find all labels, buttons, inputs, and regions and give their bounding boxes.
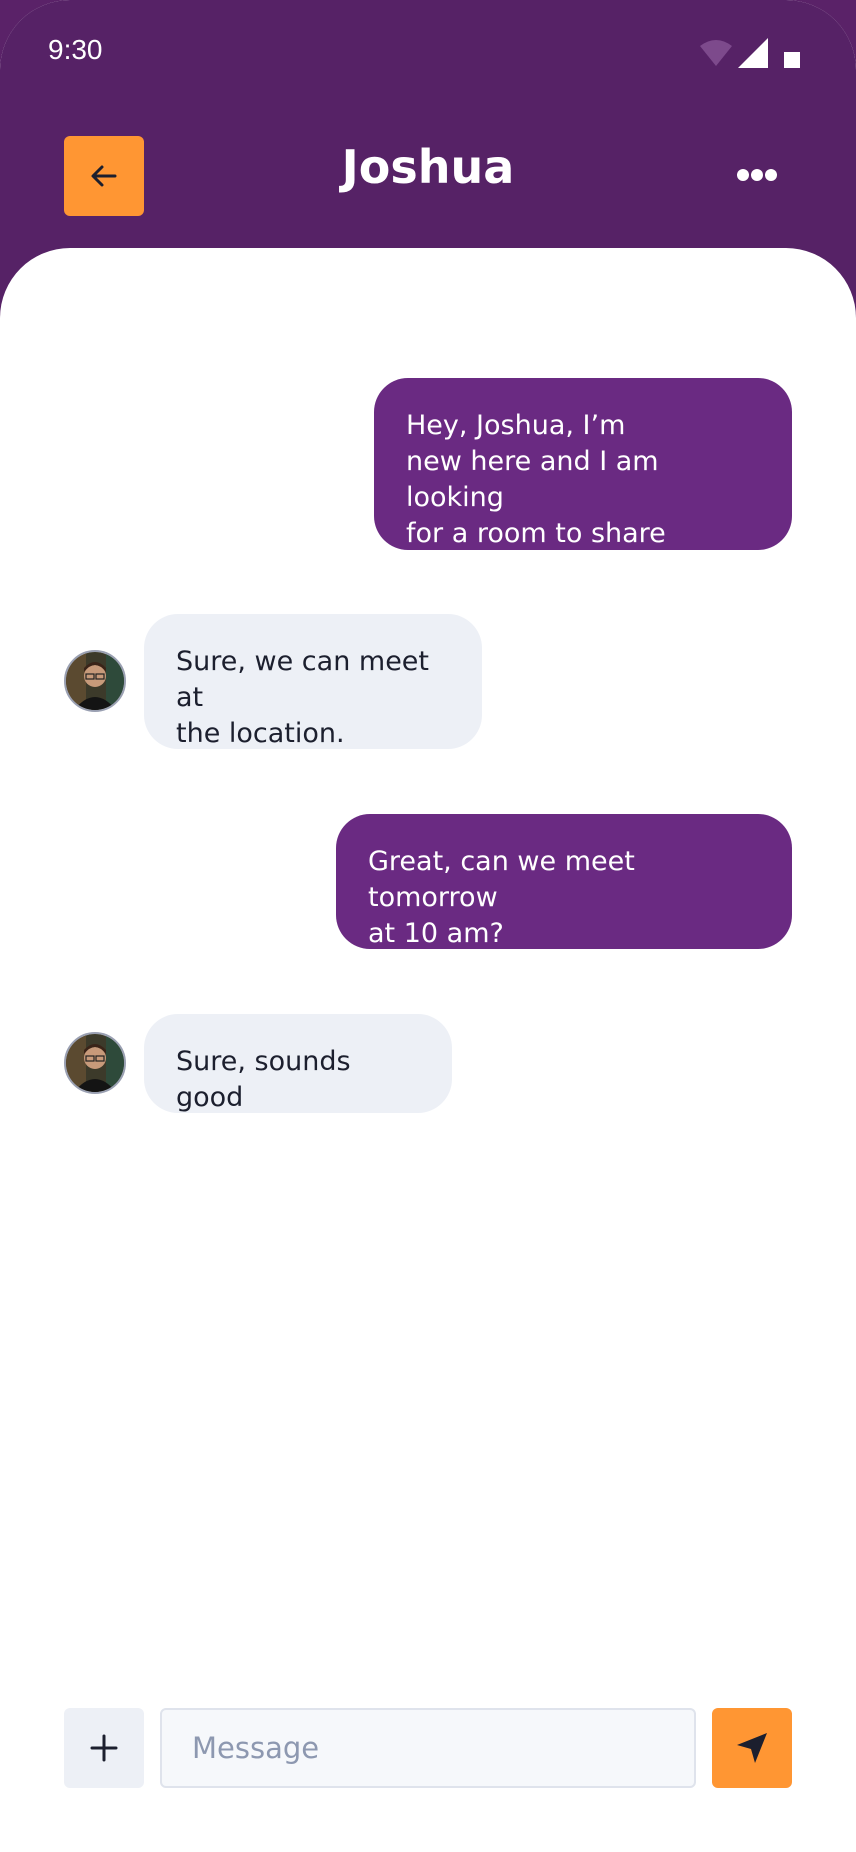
message-text: Great, can we meet tomorrow at 10 am? [368, 846, 635, 949]
message-received: Sure, we can meet at the location. [144, 614, 482, 749]
message-received: Sure, sounds good [144, 1014, 452, 1113]
ellipsis-icon [737, 169, 777, 181]
message-sent: Hey, Joshua, I’m new here and I am looki… [374, 378, 792, 550]
battery-icon [784, 52, 800, 68]
message-text: Sure, we can meet at the location. [176, 646, 430, 749]
add-attachment-button[interactable] [64, 1708, 144, 1788]
message-text: Sure, sounds good [176, 1046, 351, 1113]
plus-icon [90, 1734, 118, 1762]
avatar [64, 1032, 126, 1094]
more-options-button[interactable] [722, 150, 792, 200]
message-input[interactable] [160, 1708, 696, 1788]
send-button[interactable] [712, 1708, 792, 1788]
status-icons [700, 38, 800, 68]
wifi-icon [700, 40, 732, 66]
send-arrow-icon [737, 1733, 767, 1763]
message-text: Hey, Joshua, I’m new here and I am looki… [406, 410, 666, 549]
avatar [64, 650, 126, 712]
user-avatar-image [66, 652, 124, 710]
status-time: 9:30 [48, 34, 103, 65]
message-sent: Great, can we meet tomorrow at 10 am? [336, 814, 792, 949]
user-avatar-image [66, 1034, 124, 1092]
chat-screen: 9:30 Joshua Hey, Joshua, I’m new here an… [0, 0, 856, 1852]
signal-icon [738, 38, 768, 68]
